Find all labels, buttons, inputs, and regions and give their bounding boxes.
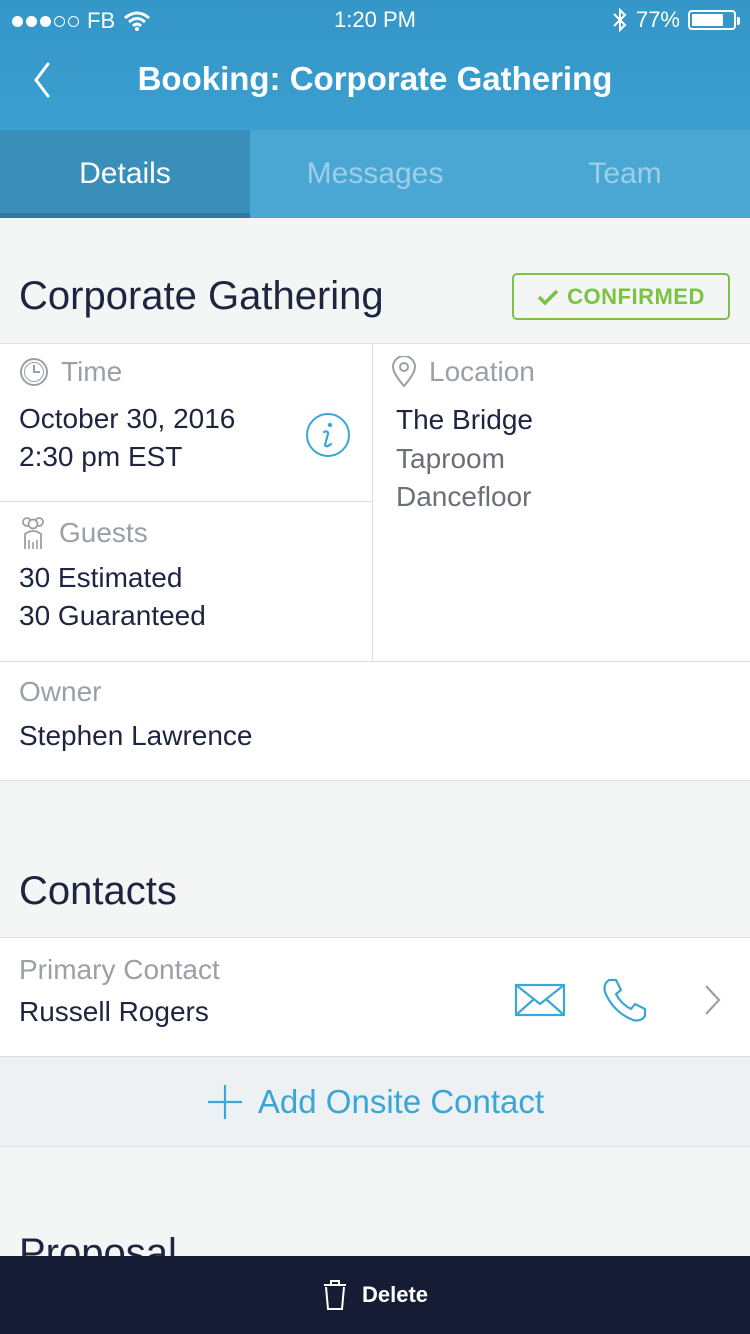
proposal-title: Proposal bbox=[19, 1231, 177, 1257]
time-label: Time bbox=[61, 356, 123, 387]
phone-icon[interactable] bbox=[601, 976, 649, 1024]
battery-icon bbox=[688, 10, 740, 30]
page-title: Booking: Corporate Gathering bbox=[137, 60, 613, 97]
location-label: Location bbox=[429, 356, 535, 387]
tab-messages[interactable]: Messages bbox=[250, 130, 500, 218]
guests-cell: Guests 30 Estimated 30 Guaranteed bbox=[0, 502, 373, 662]
battery-percent: 77% bbox=[635, 7, 680, 32]
tab-team[interactable]: Team bbox=[500, 130, 750, 218]
time-cell: Time October 30, 2016 2:30 pm EST bbox=[0, 344, 373, 502]
guests-estimated: 30 Estimated bbox=[19, 562, 183, 593]
battery-fill bbox=[692, 14, 723, 26]
add-onsite-contact-label: Add Onsite Contact bbox=[257, 1082, 545, 1120]
tab-details[interactable]: Details bbox=[0, 130, 250, 218]
plus-icon bbox=[207, 1084, 242, 1119]
info-icon[interactable] bbox=[305, 412, 351, 458]
primary-contact-name: Russell Rogers bbox=[19, 996, 209, 1027]
status-bar: FB 1:20 PM 77% bbox=[0, 0, 750, 40]
trash-icon bbox=[323, 1280, 346, 1310]
owner-name: Stephen Lawrence bbox=[19, 720, 253, 751]
status-right: 77% bbox=[612, 7, 740, 33]
location-pin-icon bbox=[391, 356, 417, 388]
location-cell: Location The Bridge Taproom Dancefloor bbox=[373, 344, 750, 662]
room-name: Dancefloor bbox=[396, 481, 532, 512]
proposal-section-header: Proposal bbox=[0, 1147, 750, 1257]
venue-name: The Bridge bbox=[396, 404, 533, 435]
delete-label: Delete bbox=[361, 1282, 429, 1307]
booking-details-screen: FB 1:20 PM 77% Booking: Corporate Gather… bbox=[0, 0, 750, 1334]
guests-icon bbox=[22, 517, 44, 549]
guests-label: Guests bbox=[59, 517, 148, 548]
booking-title-row: Corporate Gathering CONFIRMED bbox=[0, 218, 750, 343]
owner-label: Owner bbox=[19, 676, 102, 707]
guests-guaranteed: 30 Guaranteed bbox=[19, 600, 206, 631]
nav-bar: Booking: Corporate Gathering bbox=[0, 50, 750, 110]
status-badge-label: CONFIRMED bbox=[567, 283, 705, 309]
booking-date: October 30, 2016 bbox=[19, 403, 236, 434]
tab-bar: Details Messages Team bbox=[0, 130, 750, 218]
delete-button[interactable]: Delete bbox=[0, 1256, 750, 1334]
primary-contact-label: Primary Contact bbox=[19, 954, 220, 985]
contacts-title: Contacts bbox=[19, 869, 177, 913]
details-grid: Time October 30, 2016 2:30 pm EST Locati… bbox=[0, 343, 750, 781]
checkmark-icon bbox=[537, 289, 559, 305]
guests-label-row: Guests bbox=[19, 516, 148, 550]
booking-time: 2:30 pm EST bbox=[19, 441, 183, 472]
time-label-row: Time bbox=[19, 356, 122, 388]
email-icon[interactable] bbox=[514, 982, 566, 1018]
chevron-right-icon[interactable] bbox=[700, 982, 724, 1018]
header: FB 1:20 PM 77% Booking: Corporate Gather… bbox=[0, 0, 750, 130]
add-onsite-contact-button[interactable]: Add Onsite Contact bbox=[0, 1057, 750, 1147]
status-badge: CONFIRMED bbox=[512, 273, 730, 320]
room-name: Taproom bbox=[396, 443, 505, 474]
booking-title: Corporate Gathering bbox=[19, 274, 384, 318]
bluetooth-icon bbox=[613, 7, 627, 33]
contacts-section-header: Contacts bbox=[0, 781, 750, 937]
primary-contact-row[interactable]: Primary Contact Russell Rogers bbox=[0, 937, 750, 1057]
clock-icon bbox=[20, 358, 48, 386]
location-label-row: Location bbox=[391, 356, 535, 388]
owner-cell: Owner Stephen Lawrence bbox=[0, 662, 750, 782]
